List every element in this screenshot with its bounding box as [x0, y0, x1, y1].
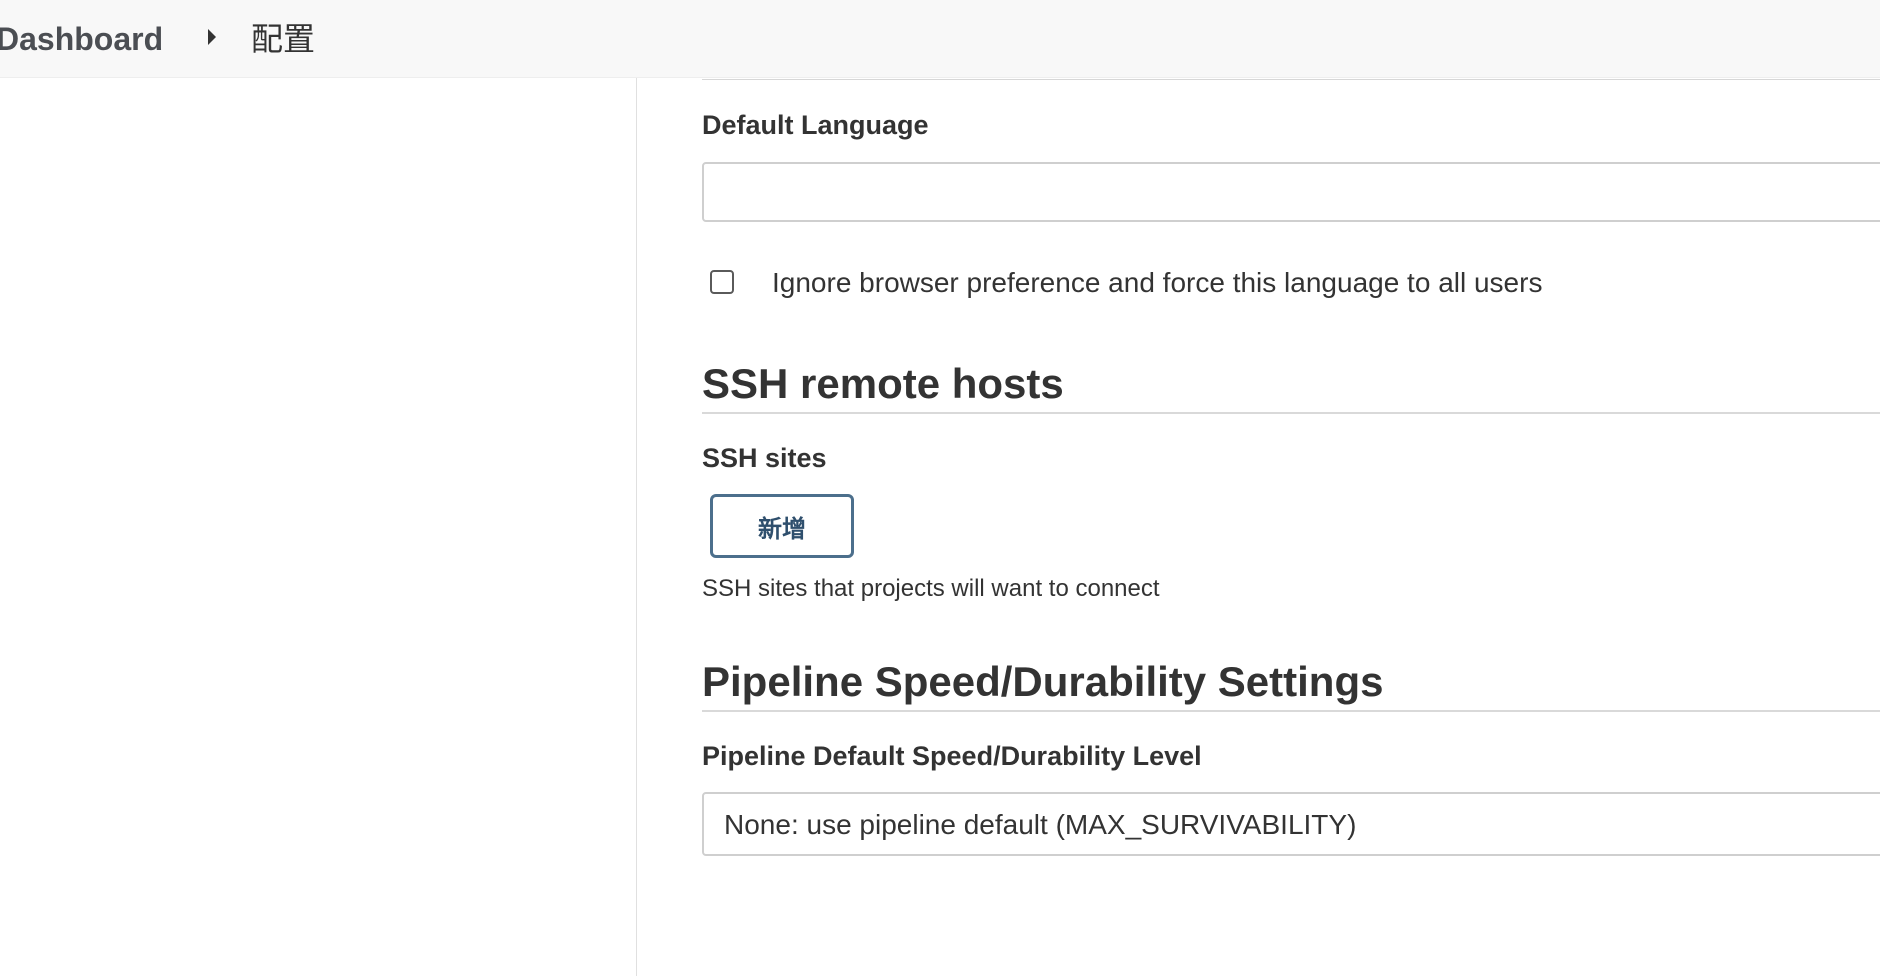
breadcrumb-current-page: 配置 [251, 20, 316, 58]
configuration-form: Default Language Ignore browser preferen… [638, 78, 1880, 976]
add-ssh-site-button[interactable]: 新增 [710, 494, 854, 558]
ssh-sites-label: SSH sites [702, 443, 827, 473]
section-divider [702, 412, 1880, 414]
pipeline-durability-level-label: Pipeline Default Speed/Durability Level [702, 741, 1202, 771]
section-divider [702, 79, 1880, 80]
breadcrumb-dashboard-link[interactable]: Dashboard [0, 17, 163, 61]
ssh-sites-help-text: SSH sites that projects will want to con… [702, 575, 1160, 602]
pipeline-durability-heading: Pipeline Speed/Durability Settings [702, 658, 1384, 705]
ignore-browser-preference-checkbox[interactable] [710, 270, 734, 294]
breadcrumb-separator-icon [208, 29, 216, 45]
default-language-label: Default Language [702, 110, 929, 140]
default-language-input[interactable] [702, 162, 1880, 222]
section-divider [702, 710, 1880, 712]
ignore-browser-preference-label[interactable]: Ignore browser preference and force this… [772, 266, 1542, 300]
pipeline-durability-level-value: None: use pipeline default (MAX_SURVIVAB… [724, 809, 1357, 840]
pipeline-durability-level-select[interactable]: None: use pipeline default (MAX_SURVIVAB… [702, 792, 1880, 856]
ssh-remote-hosts-heading: SSH remote hosts [702, 360, 1064, 407]
sidebar [0, 78, 637, 976]
breadcrumb: Dashboard 配置 [0, 0, 1880, 78]
